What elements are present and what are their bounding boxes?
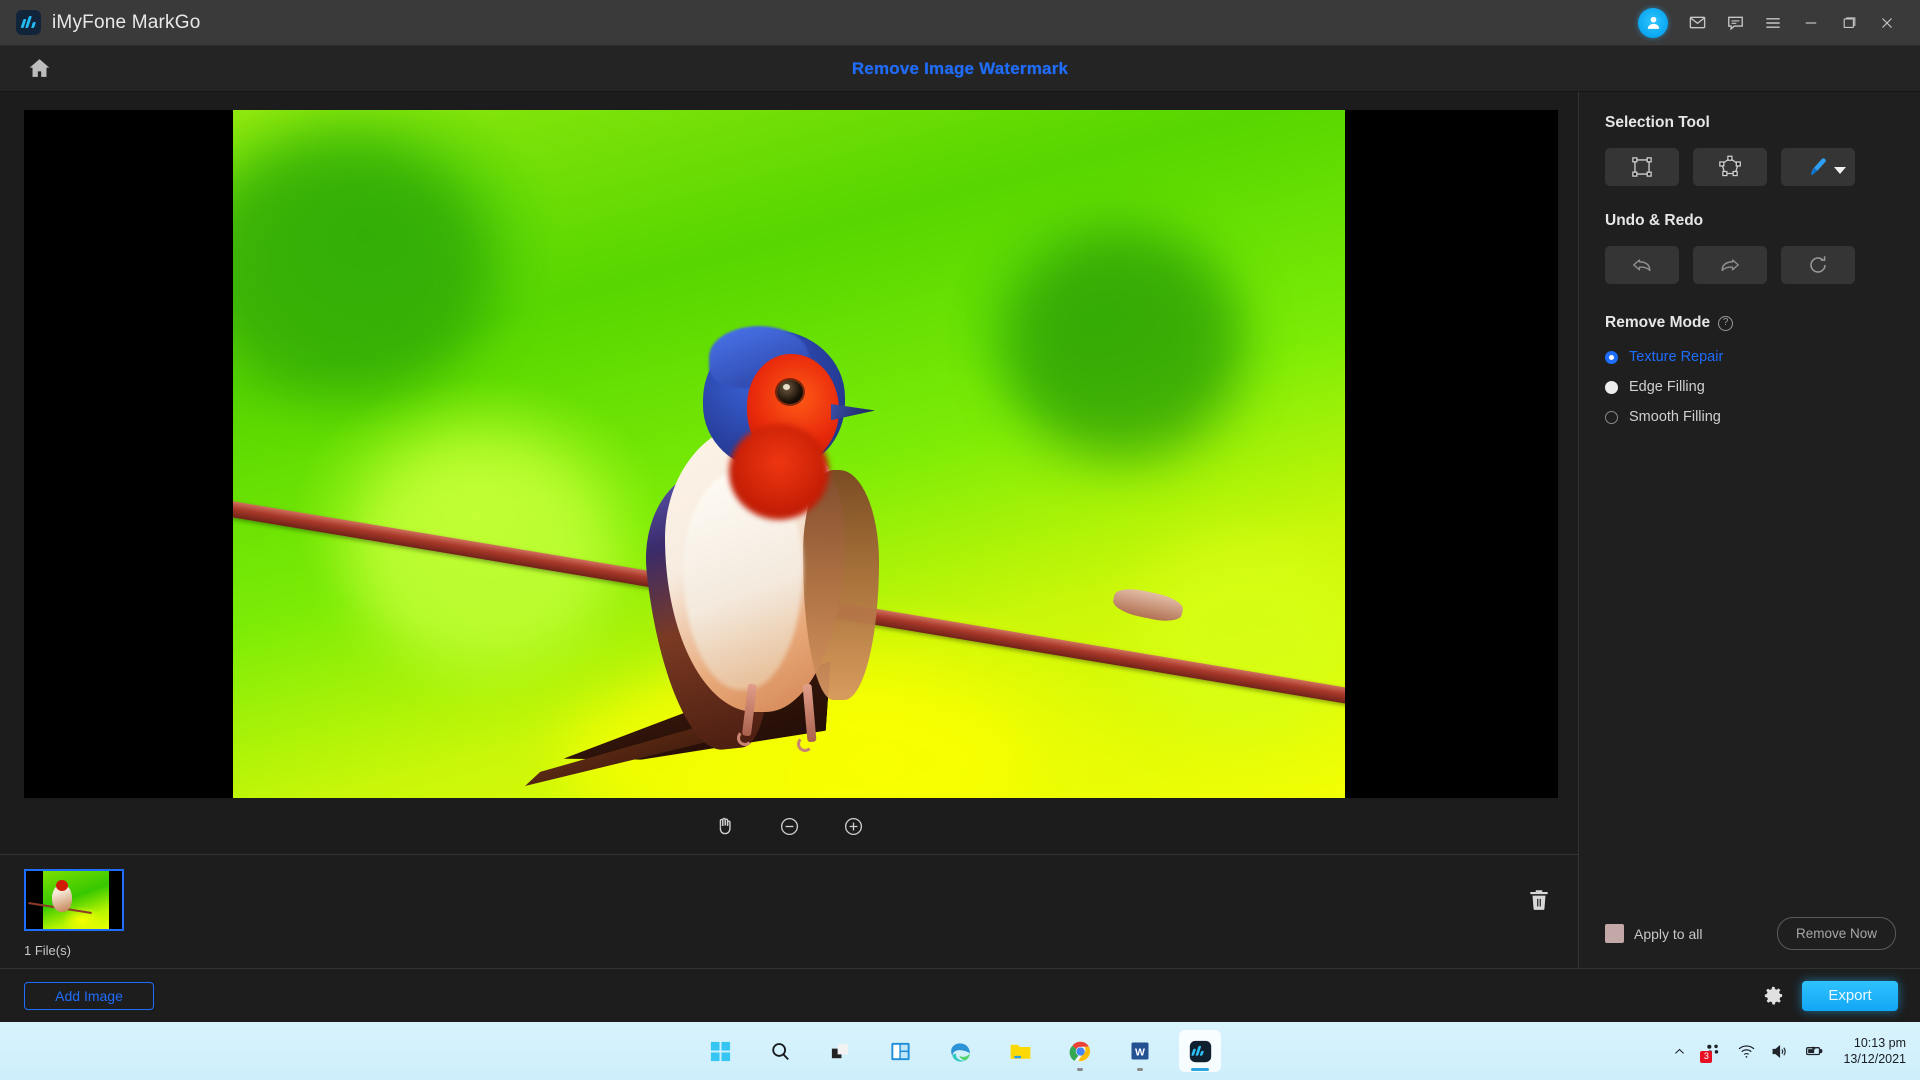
add-image-button[interactable]: Add Image [24,981,154,1010]
bottom-action-bar: Add Image Export [0,968,1920,1022]
remove-now-button[interactable]: Remove Now [1776,917,1896,950]
trash-icon[interactable] [1522,883,1556,917]
minus-circle-icon[interactable] [774,811,804,841]
export-button[interactable]: Export [1802,980,1898,1011]
undo-arrow-icon[interactable] [1605,246,1679,284]
notification-icon[interactable]: 3 [1700,1040,1723,1063]
remove-mode-label: Remove Mode [1605,314,1711,331]
task-view-icon[interactable] [819,1030,861,1072]
page-title: Remove Image Watermark [851,58,1069,78]
plus-circle-icon[interactable] [838,811,868,841]
radio-label-edge-filling: Edge Filling [1629,379,1705,395]
tools-sidebar: Selection Tool Undo & Redo Remove Mode ?… [1578,92,1920,968]
radio-edge-filling[interactable] [1605,380,1618,394]
remove-mode-heading: Remove Mode ? [1605,314,1896,332]
remove-mode-option-edge-filling[interactable]: Edge Filling [1605,372,1896,402]
markgo-window: iMyFone MarkGo Remove Image Watermark 1 … [0,0,1920,1022]
question-mark-icon[interactable]: ? [1718,315,1734,331]
editor-column: 1 File(s) [0,92,1578,968]
search-icon[interactable] [759,1030,801,1072]
battery-charging-icon[interactable] [1803,1040,1825,1062]
undo-redo-heading: Undo & Redo [1605,212,1704,229]
file-list-strip: 1 File(s) [0,854,1578,968]
notification-badge: 3 [1700,1051,1713,1063]
app-brand: iMyFone MarkGo [16,10,201,35]
system-tray: 3 10:13 pm 13/12/2021 [1672,1035,1906,1067]
canvas-area [0,92,1578,854]
refresh-icon[interactable] [1781,246,1855,284]
chrome-icon[interactable] [1059,1030,1101,1072]
hamburger-menu-icon[interactable] [1754,4,1792,42]
page-header: Remove Image Watermark [0,46,1920,92]
clock-date: 13/12/2021 [1843,1052,1906,1066]
markgo-logo-icon [16,10,41,35]
widgets-icon[interactable] [879,1030,921,1072]
taskbar-apps: W [699,1030,1221,1072]
folder-icon[interactable] [999,1030,1041,1072]
apply-to-all-control[interactable]: Apply to all [1605,924,1702,943]
gear-icon[interactable] [1760,983,1786,1009]
chevron-down-icon[interactable] [1834,167,1846,174]
selection-tool-heading: Selection Tool [1605,114,1710,131]
polygon-lasso-icon[interactable] [1693,148,1767,186]
restore-window-icon[interactable] [1830,4,1868,42]
wifi-icon[interactable] [1737,1042,1756,1061]
image-canvas[interactable] [24,110,1558,799]
windows-start-icon[interactable] [699,1030,741,1072]
radio-smooth-filling[interactable] [1605,410,1618,424]
radio-label-smooth-filling: Smooth Filling [1629,409,1721,425]
title-bar-actions [1638,4,1906,42]
svg-text:W: W [1135,1046,1145,1058]
user-avatar-icon[interactable] [1638,7,1668,38]
hand-icon[interactable] [710,811,740,841]
chevron-up-icon[interactable] [1672,1044,1687,1059]
image-thumbnail[interactable] [24,869,124,931]
close-icon[interactable] [1868,4,1906,42]
remove-mode-option-texture-repair[interactable]: Texture Repair [1605,342,1896,372]
redo-arrow-icon[interactable] [1693,246,1767,284]
rectangle-marquee-icon[interactable] [1605,148,1679,186]
speaker-icon[interactable] [1770,1042,1789,1061]
windows-taskbar: W 3 10:13 pm 13/12/2021 [0,1022,1920,1080]
taskbar-clock[interactable]: 10:13 pm 13/12/2021 [1843,1035,1906,1067]
undo-redo-row [1605,246,1896,284]
clock-time: 10:13 pm [1853,1036,1906,1050]
title-bar: iMyFone MarkGo [0,0,1920,46]
mail-icon[interactable] [1678,4,1716,42]
brush-icon[interactable] [1781,148,1855,186]
canvas-zoom-controls [24,798,1554,854]
chat-bubble-icon[interactable] [1716,4,1754,42]
radio-texture-repair[interactable] [1605,350,1618,364]
apply-to-all-label: Apply to all [1634,925,1703,942]
app-title: iMyFone MarkGo [52,11,201,33]
radio-label-texture-repair: Texture Repair [1629,349,1724,365]
sidebar-footer: Apply to all Remove Now [1605,917,1896,950]
markgo-icon[interactable] [1179,1030,1221,1072]
action-bar-right: Export [1760,980,1898,1011]
apply-to-all-checkbox[interactable] [1605,924,1624,943]
bird-subject [525,292,955,792]
photo-image[interactable] [233,110,1345,799]
edge-icon[interactable] [939,1030,981,1072]
word-icon[interactable]: W [1119,1030,1161,1072]
remove-mode-option-smooth-filling[interactable]: Smooth Filling [1605,402,1896,432]
selection-tool-row [1605,148,1896,186]
minimize-icon[interactable] [1792,4,1830,42]
file-count-label: 1 File(s) [24,943,71,958]
workspace: 1 File(s) Selection Tool Undo & Redo Rem… [0,92,1920,968]
